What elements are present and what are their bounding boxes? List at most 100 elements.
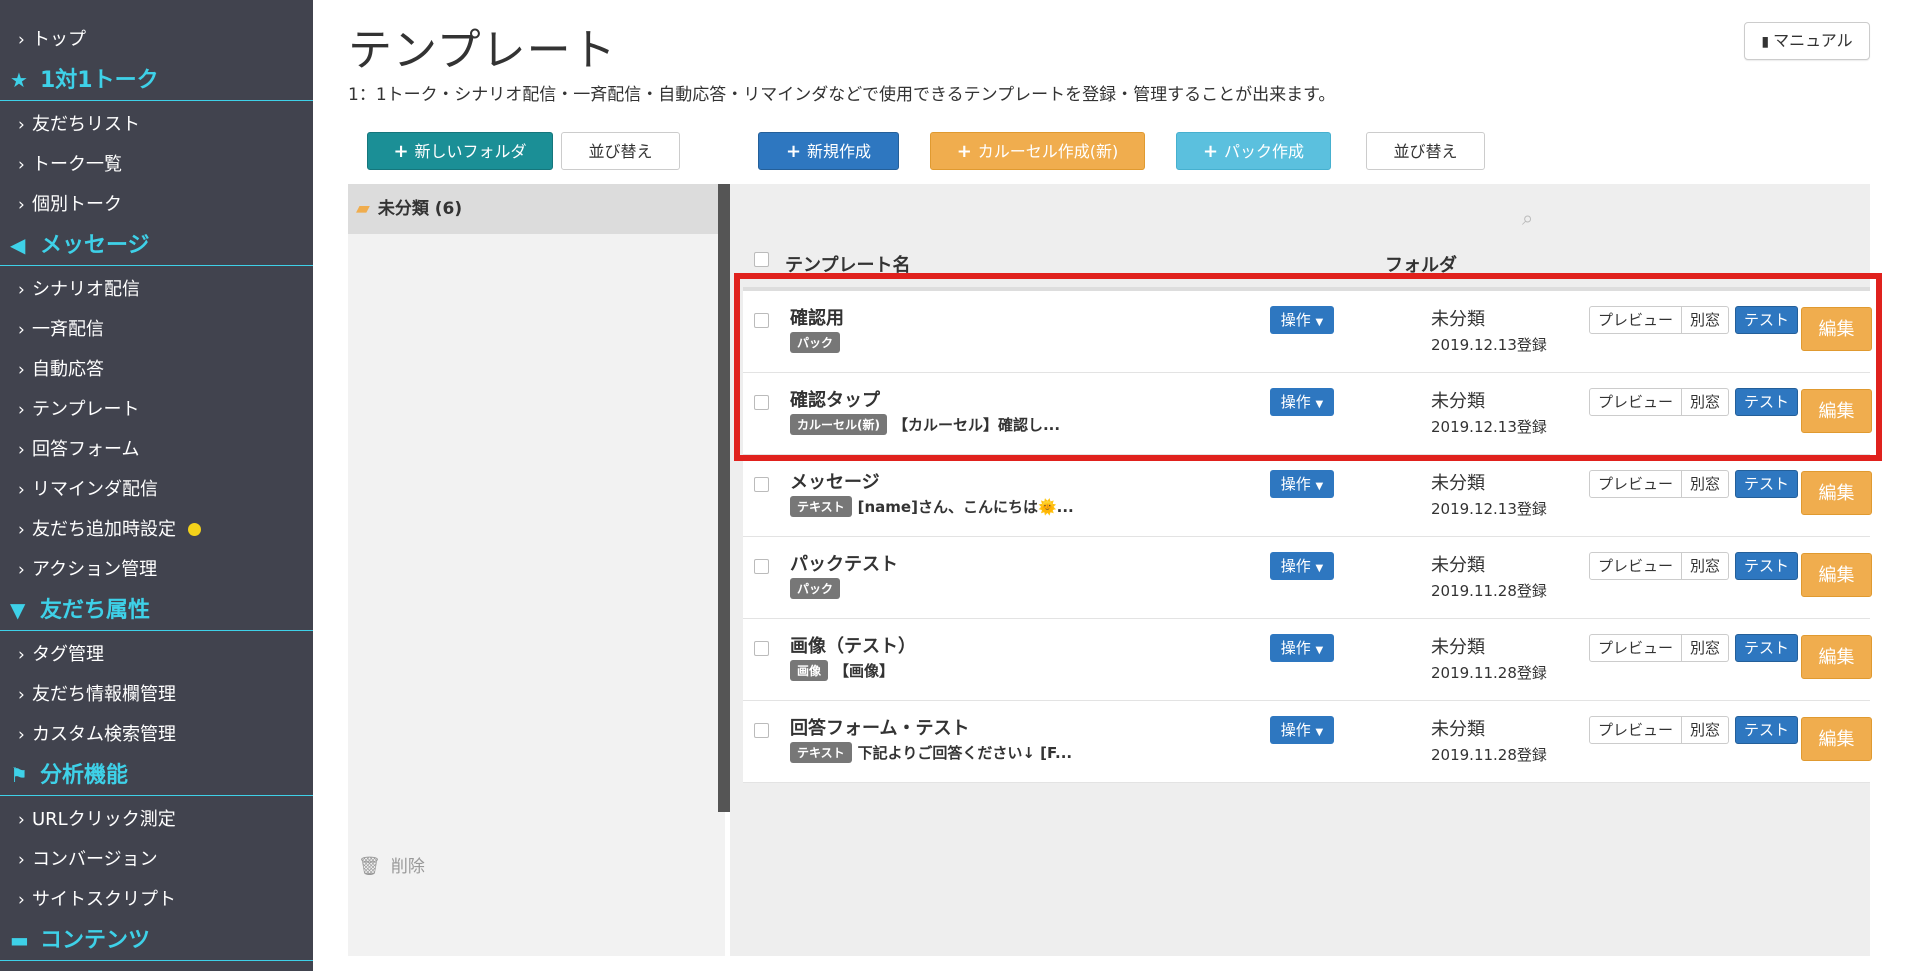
preview-button[interactable]: プレビュー	[1589, 634, 1683, 662]
preview-button[interactable]: プレビュー	[1589, 306, 1683, 334]
edit-button[interactable]: 編集	[1801, 635, 1872, 679]
sidebar-item-template[interactable]: › テンプレート	[0, 390, 313, 430]
sidebar-item-tag-management[interactable]: › タグ管理	[0, 635, 313, 675]
sidebar-section-message[interactable]: ◀ メッセージ	[0, 225, 313, 266]
test-button[interactable]: テスト	[1735, 552, 1799, 580]
folder-item-uncategorized[interactable]: ▰ 未分類 (6)	[348, 184, 725, 234]
sidebar-section-1on1[interactable]: ★ 1対1トーク	[0, 60, 313, 101]
edit-button[interactable]: 編集	[1801, 389, 1872, 433]
operation-dropdown-button[interactable]: 操作 ▼	[1270, 470, 1334, 498]
chevron-right-icon: ›	[18, 810, 25, 830]
chevron-right-icon: ›	[18, 645, 25, 665]
template-name[interactable]: 確認タップ	[790, 386, 880, 412]
preview-button[interactable]: プレビュー	[1589, 388, 1683, 416]
template-name[interactable]: 回答フォーム・テスト	[790, 714, 969, 740]
chevron-right-icon: ›	[18, 685, 25, 705]
sidebar-item-answer-form[interactable]: › 回答フォーム	[0, 430, 313, 470]
template-snippet: 【カルーセル】確認し...	[892, 416, 1061, 434]
new-window-button[interactable]: 別窓	[1682, 306, 1730, 334]
sidebar-item-individual-talk[interactable]: › 個別トーク	[0, 185, 313, 225]
new-folder-button[interactable]: + 新しいフォルダ	[367, 132, 553, 170]
chevron-right-icon: ›	[18, 195, 25, 215]
test-button[interactable]: テスト	[1735, 716, 1799, 744]
row-checkbox[interactable]	[754, 559, 769, 574]
sidebar-item-site-script[interactable]: › サイトスクリプト	[0, 880, 313, 920]
row-checkbox[interactable]	[754, 641, 769, 656]
manual-button[interactable]: ▮ マニュアル	[1744, 22, 1870, 60]
sidebar-item-top[interactable]: › トップ	[0, 20, 313, 60]
column-header-name[interactable]: テンプレート名	[785, 251, 910, 277]
sidebar-item-url-click[interactable]: › URLクリック測定	[0, 800, 313, 840]
plus-icon: +	[1202, 141, 1219, 162]
preview-button[interactable]: プレビュー	[1589, 552, 1683, 580]
type-badge: テキスト	[790, 496, 852, 517]
section-title: メッセージ	[40, 233, 150, 258]
row-checkbox[interactable]	[754, 723, 769, 738]
template-name[interactable]: 画像（テスト）	[790, 632, 916, 658]
test-button[interactable]: テスト	[1735, 388, 1799, 416]
chevron-right-icon: ›	[18, 560, 25, 580]
sidebar-item-friend-info-fields[interactable]: › 友だち情報欄管理	[0, 675, 313, 715]
template-sort-button[interactable]: 並び替え	[1366, 132, 1485, 170]
sidebar-item-conversion[interactable]: › コンバージョン	[0, 840, 313, 880]
row-checkbox[interactable]	[754, 477, 769, 492]
select-all-checkbox[interactable]	[754, 251, 769, 272]
new-window-button[interactable]: 別窓	[1682, 552, 1730, 580]
test-button[interactable]: テスト	[1735, 470, 1799, 498]
new-window-button[interactable]: 別窓	[1682, 470, 1730, 498]
operation-dropdown-button[interactable]: 操作 ▼	[1270, 552, 1334, 580]
notification-dot	[188, 523, 201, 536]
sidebar-section-analytics[interactable]: ⚑ 分析機能	[0, 755, 313, 796]
folder-label: 未分類 (6)	[377, 199, 463, 219]
test-button[interactable]: テスト	[1735, 634, 1799, 662]
row-checkbox[interactable]	[754, 395, 769, 410]
delete-folder-button[interactable]: 🗑 削除	[358, 852, 425, 877]
table-row: 回答フォーム・テスト テキスト 下記よりご回答ください↓ [F... 操作 ▼ 未…	[743, 701, 1872, 783]
template-name[interactable]: パックテスト	[790, 550, 898, 576]
test-button[interactable]: テスト	[1735, 306, 1799, 334]
edit-button[interactable]: 編集	[1801, 553, 1872, 597]
edit-button[interactable]: 編集	[1801, 307, 1872, 351]
carousel-create-button[interactable]: + カルーセル作成(新)	[930, 132, 1145, 170]
chevron-right-icon: ›	[18, 480, 25, 500]
edit-button[interactable]: 編集	[1801, 717, 1872, 761]
folder-sort-button[interactable]: 並び替え	[561, 132, 680, 170]
search-icon[interactable]: ⌕	[1522, 206, 1533, 230]
preview-button[interactable]: プレビュー	[1589, 470, 1683, 498]
sidebar-item-custom-search[interactable]: › カスタム検索管理	[0, 715, 313, 755]
sidebar-item-label: 一斉配信	[32, 319, 104, 340]
button-label: 操作	[1280, 311, 1311, 329]
edit-button[interactable]: 編集	[1801, 471, 1872, 515]
new-window-button[interactable]: 別窓	[1682, 634, 1730, 662]
page-description: 1：1トーク・シナリオ配信・一斉配信・自動応答・リマインダなどで使用できるテンプ…	[348, 85, 1336, 105]
row-checkbox[interactable]	[754, 313, 769, 328]
new-window-button[interactable]: 別窓	[1682, 716, 1730, 744]
sidebar-item-scenario[interactable]: › シナリオ配信	[0, 270, 313, 310]
sidebar-item-auto-reply[interactable]: › 自動応答	[0, 350, 313, 390]
preview-button[interactable]: プレビュー	[1589, 716, 1683, 744]
template-name[interactable]: 確認用	[790, 304, 844, 330]
chevron-right-icon: ›	[18, 30, 25, 50]
panel-divider[interactable]	[718, 184, 730, 812]
sidebar-item-friends-list[interactable]: › 友だちリスト	[0, 105, 313, 145]
sidebar-item-talk-list[interactable]: › トーク一覧	[0, 145, 313, 185]
sidebar-section-friend-attributes[interactable]: ▼ 友だち属性	[0, 590, 313, 631]
template-snippet: 下記よりご回答ください↓ [F...	[857, 744, 1073, 762]
new-window-button[interactable]: 別窓	[1682, 388, 1730, 416]
sidebar-item-friend-add-settings[interactable]: › 友だち追加時設定	[0, 510, 313, 550]
table-row: 画像（テスト） 画像 【画像】 操作 ▼ 未分類 2019.11.28登録 プレビ…	[743, 619, 1872, 701]
sidebar-item-action-management[interactable]: › アクション管理	[0, 550, 313, 590]
template-name[interactable]: メッセージ	[790, 468, 880, 494]
template-folder: 未分類	[1431, 391, 1485, 412]
pack-create-button[interactable]: + パック作成	[1176, 132, 1331, 170]
sidebar-section-contents[interactable]: ▬ コンテンツ	[0, 920, 313, 961]
operation-dropdown-button[interactable]: 操作 ▼	[1270, 306, 1334, 334]
sidebar-item-broadcast[interactable]: › 一斉配信	[0, 310, 313, 350]
column-header-folder[interactable]: フォルダ	[1385, 251, 1457, 277]
sidebar-item-reminder[interactable]: › リマインダ配信	[0, 470, 313, 510]
operation-dropdown-button[interactable]: 操作 ▼	[1270, 716, 1334, 744]
operation-dropdown-button[interactable]: 操作 ▼	[1270, 388, 1334, 416]
new-template-button[interactable]: + 新規作成	[758, 132, 899, 170]
operation-dropdown-button[interactable]: 操作 ▼	[1270, 634, 1334, 662]
checkbox[interactable]	[754, 252, 769, 267]
